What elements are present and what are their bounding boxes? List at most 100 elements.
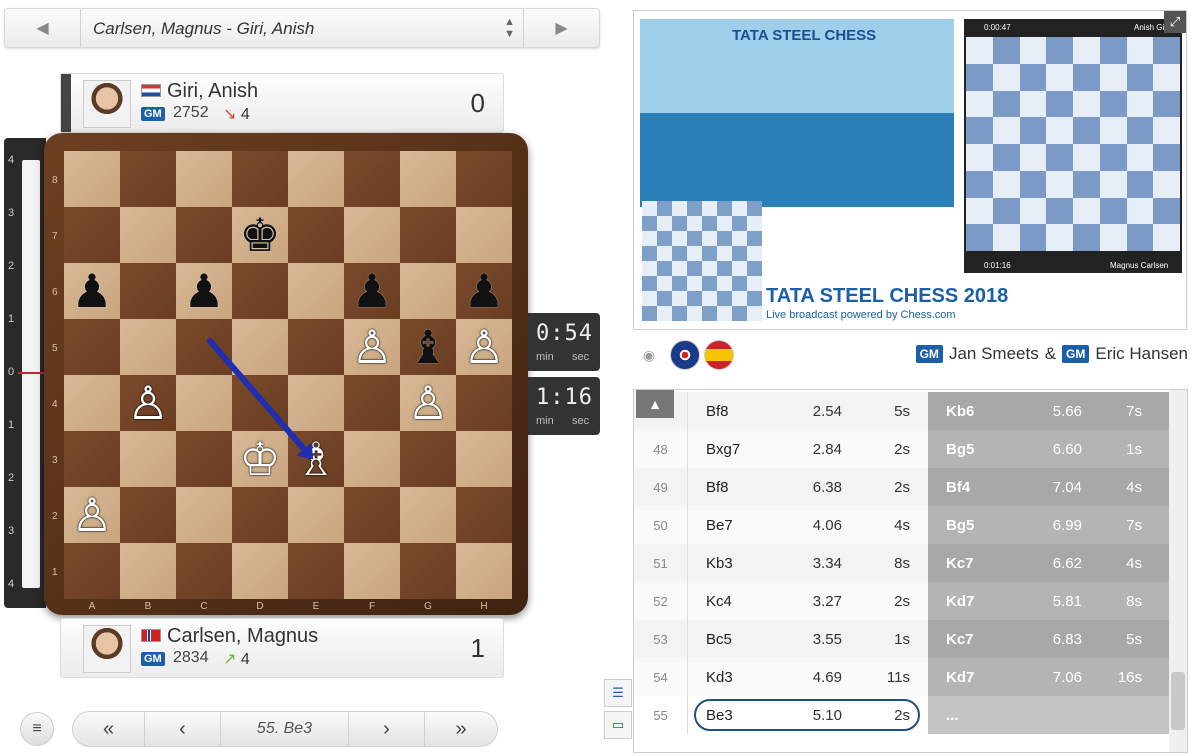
- uk-flag-icon[interactable]: [670, 340, 700, 370]
- chat-view-button[interactable]: ▭: [604, 711, 632, 739]
- file-label: G: [424, 601, 432, 612]
- speaker-icon[interactable]: ◉: [634, 340, 664, 370]
- white-move[interactable]: Bc5: [706, 631, 732, 648]
- fullscreen-button[interactable]: ⤢: [1164, 11, 1186, 33]
- black-move[interactable]: Kd7: [946, 669, 974, 686]
- move-row[interactable]: 51 Kb3 3.34 8s Kc7 6.62 4s: [634, 544, 1170, 582]
- black-move-cell[interactable]: Kc7 6.62 4s: [928, 544, 1170, 582]
- black-move[interactable]: Kd7: [946, 593, 974, 610]
- black-move[interactable]: Bf4: [946, 479, 970, 496]
- chat-icon: ▭: [611, 717, 625, 732]
- rank-label: 3: [52, 455, 58, 466]
- black-eval: 5.66: [1052, 403, 1082, 420]
- black-move-cell[interactable]: Kc7 6.83 5s: [928, 620, 1170, 658]
- game-dropdown-toggle[interactable]: ▲ ▼: [504, 16, 515, 40]
- chevron-right-icon: ›: [383, 717, 390, 740]
- video-board-square: [1046, 63, 1073, 91]
- video-board-square: [642, 276, 657, 291]
- video-board-square: [717, 276, 732, 291]
- arrow-down-icon: ↘: [223, 106, 237, 123]
- eval-tick: 2: [8, 472, 15, 484]
- video-board-square: [672, 201, 687, 216]
- scene-banner: TATA STEEL CHESS: [732, 27, 877, 44]
- white-move[interactable]: Be3: [706, 707, 733, 724]
- player-card-top: Giri, Anish GM 2752 ↘ 4 0: [60, 73, 504, 133]
- video-board-square: [1073, 144, 1100, 171]
- video-board-square: [966, 37, 993, 64]
- black-move-cell[interactable]: Bg5 6.99 7s: [928, 506, 1170, 544]
- video-board-square: [747, 201, 762, 216]
- move-row[interactable]: 52 Kc4 3.27 2s Kd7 5.81 8s: [634, 582, 1170, 620]
- move-row[interactable]: 50 Be7 4.06 4s Bg5 6.99 7s: [634, 506, 1170, 544]
- move-list-view-button[interactable]: ☰: [604, 679, 632, 707]
- black-move[interactable]: ...: [946, 707, 959, 724]
- video-board-square: [657, 306, 672, 321]
- video-board-square: [1153, 144, 1180, 171]
- scrollbar-thumb[interactable]: [1171, 672, 1185, 730]
- video-board-square: [1099, 170, 1127, 198]
- white-move[interactable]: Bxg7: [706, 441, 740, 458]
- move-row[interactable]: 48 Bxg7 2.84 2s Bg5 6.60 1s: [634, 430, 1170, 468]
- clock-time: 0:54: [536, 321, 593, 346]
- file-label: B: [144, 601, 152, 612]
- video-board-square: [1046, 37, 1073, 64]
- video-board-square: [672, 306, 687, 321]
- black-eval: 6.99: [1052, 517, 1082, 534]
- video-board-square: [672, 291, 687, 306]
- arrow-shaft: [207, 338, 307, 452]
- video-board-square: [687, 306, 702, 321]
- video-board-square: [1099, 197, 1127, 225]
- spain-flag-icon[interactable]: [704, 340, 734, 370]
- video-board-square: [1126, 117, 1154, 144]
- move-row[interactable]: 55 Be3 5.10 2s...: [634, 696, 1170, 734]
- black-move-cell[interactable]: ...: [928, 696, 1170, 734]
- rating-change: ↘ 4: [223, 106, 250, 123]
- white-eval: 3.55: [812, 631, 842, 648]
- player-score: 1: [470, 633, 485, 663]
- black-move-cell[interactable]: Kb6 5.66 7s: [928, 392, 1170, 430]
- last-move-button[interactable]: »: [425, 712, 497, 746]
- black-move-cell[interactable]: Bf4 7.04 4s: [928, 468, 1170, 506]
- white-move[interactable]: Kb3: [706, 555, 733, 572]
- black-move-cell[interactable]: Kd7 5.81 8s: [928, 582, 1170, 620]
- black-move[interactable]: Bg5: [946, 441, 974, 458]
- video-board-square: [732, 231, 747, 246]
- white-eval: 2.54: [812, 403, 842, 420]
- move-list[interactable]: 47Bf82.545sKb65.667s48Bxg72.842sBg56.601…: [633, 389, 1188, 753]
- black-move[interactable]: Kc7: [946, 555, 974, 572]
- scrollbar[interactable]: [1169, 390, 1187, 752]
- black-eval: 7.06: [1052, 669, 1082, 686]
- white-move[interactable]: Be7: [706, 517, 733, 534]
- move-number: 51: [634, 544, 688, 582]
- black-move[interactable]: Bg5: [946, 517, 974, 534]
- white-move[interactable]: Bf8: [706, 403, 729, 420]
- move-row[interactable]: 47Bf82.545sKb65.667s: [634, 392, 1170, 430]
- black-move[interactable]: Kc7: [946, 631, 974, 648]
- previous-game-button[interactable]: ◀: [5, 9, 81, 47]
- next-move-button[interactable]: ›: [349, 712, 425, 746]
- scroll-up-button[interactable]: ▲: [636, 390, 674, 418]
- black-move-cell[interactable]: Kd7 7.06 16s: [928, 658, 1170, 696]
- move-row[interactable]: 53 Bc5 3.55 1s Kc7 6.83 5s: [634, 620, 1170, 658]
- game-selector[interactable]: ◀ Carlsen, Magnus - Giri, Anish ▲ ▼ ▶: [4, 8, 600, 48]
- eval-tick: 1: [8, 313, 15, 325]
- first-move-button[interactable]: «: [73, 712, 145, 746]
- move-row[interactable]: 54 Kd3 4.69 11s Kd7 7.06 16s: [634, 658, 1170, 696]
- video-board-square: [717, 261, 732, 276]
- white-move[interactable]: Bf8: [706, 479, 729, 496]
- previous-move-button[interactable]: ‹: [145, 712, 221, 746]
- video-player[interactable]: TATA STEEL CHESS 0:00:47 Anish Giri 0:01…: [633, 10, 1187, 330]
- white-move[interactable]: Kc4: [706, 593, 732, 610]
- video-board-square: [992, 37, 1020, 64]
- white-move[interactable]: Kd3: [706, 669, 733, 686]
- black-eval: 5.81: [1052, 593, 1082, 610]
- white-time: 1s: [894, 631, 910, 648]
- video-board-square: [1019, 63, 1047, 91]
- move-row[interactable]: 49 Bf8 6.38 2s Bf4 7.04 4s: [634, 468, 1170, 506]
- video-board-square: [1153, 224, 1180, 251]
- black-move-cell[interactable]: Bg5 6.60 1s: [928, 430, 1170, 468]
- next-game-button[interactable]: ▶: [523, 9, 599, 47]
- netherlands-flag-icon: [141, 84, 161, 97]
- menu-button[interactable]: ≡: [20, 712, 54, 746]
- black-move[interactable]: Kb6: [946, 403, 974, 420]
